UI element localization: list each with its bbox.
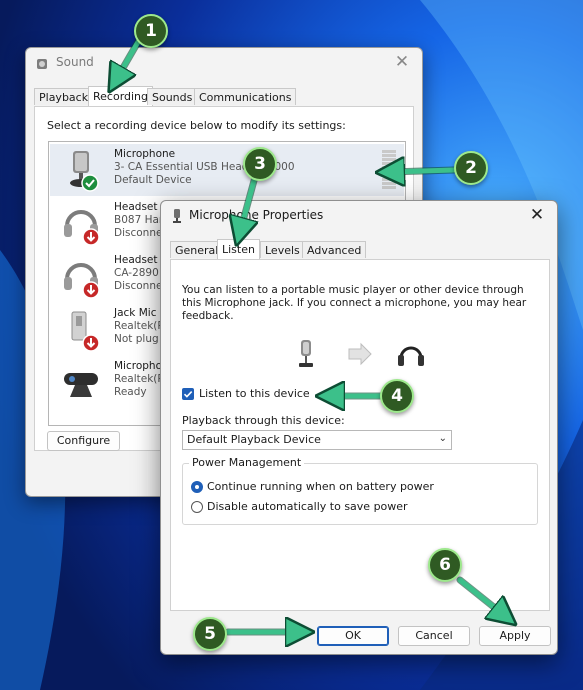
playback-device-value: Default Playback Device xyxy=(187,433,321,446)
device-name: Jack Mic xyxy=(114,307,157,319)
annotation-badge-3: 3 xyxy=(243,147,277,181)
device-name: Micropho xyxy=(114,360,163,372)
annotation-badge-1: 1 xyxy=(134,14,168,48)
arrow-right-icon xyxy=(348,342,372,366)
level-meter xyxy=(382,150,396,190)
radio-continue-running-label[interactable]: Continue running when on battery power xyxy=(207,480,434,493)
radio-continue-running[interactable] xyxy=(191,481,203,493)
sound-close-button[interactable]: ✕ xyxy=(392,52,412,72)
props-close-button[interactable]: ✕ xyxy=(527,205,547,225)
device-name: Headset xyxy=(114,201,158,213)
annotation-badge-2: 2 xyxy=(454,151,488,185)
tab-listen[interactable]: Listen xyxy=(217,239,260,259)
listen-panel: You can listen to a portable music playe… xyxy=(170,259,550,611)
device-status: Disconne xyxy=(114,227,163,239)
tab-recording[interactable]: Recording xyxy=(88,86,154,106)
tab-sounds[interactable]: Sounds xyxy=(147,88,198,105)
device-status: Ready xyxy=(114,386,147,398)
headset-icon xyxy=(64,263,100,299)
tab-general[interactable]: General xyxy=(170,241,224,258)
listen-checkbox[interactable] xyxy=(182,388,194,400)
listen-route-illustration xyxy=(299,340,424,367)
recording-instructions: Select a recording device below to modif… xyxy=(47,119,346,132)
props-titlebar[interactable]: Microphone Properties ✕ xyxy=(161,201,557,231)
power-management-title: Power Management xyxy=(189,456,305,469)
chevron-down-icon: ⌄ xyxy=(438,433,447,444)
headset-icon xyxy=(64,210,100,246)
microphone-icon xyxy=(70,151,99,192)
device-status: Not plug xyxy=(114,333,159,345)
webcam-mic-icon xyxy=(64,373,98,397)
device-description: Realtek(R xyxy=(114,373,165,385)
sound-title: Sound xyxy=(56,55,94,69)
radio-disable-automatically[interactable] xyxy=(191,501,203,513)
microphone-properties-window: Microphone Properties ✕ General Listen L… xyxy=(160,200,558,655)
tab-advanced[interactable]: Advanced xyxy=(302,241,367,258)
headphones-icon xyxy=(398,346,424,366)
tab-communications[interactable]: Communications xyxy=(194,88,297,105)
annotation-badge-4: 4 xyxy=(380,379,414,413)
annotation-badge-6: 6 xyxy=(428,548,462,582)
tab-playback[interactable]: Playback xyxy=(34,88,94,105)
listen-description: You can listen to a portable music playe… xyxy=(182,284,527,322)
playback-device-select[interactable]: Default Playback Device ⌄ xyxy=(182,430,452,450)
sound-titlebar[interactable]: Sound ✕ xyxy=(26,48,422,78)
annotation-badge-5: 5 xyxy=(193,617,227,651)
device-description: Realtek(R xyxy=(114,320,165,332)
jack-mic-icon xyxy=(71,311,100,352)
apply-button[interactable]: Apply xyxy=(479,626,551,646)
device-description: B087 Han xyxy=(114,214,166,226)
power-management-group: Power Management Continue running when o… xyxy=(182,456,538,525)
configure-button[interactable]: Configure xyxy=(47,431,120,451)
tab-levels[interactable]: Levels xyxy=(260,241,305,258)
microphone-icon xyxy=(173,209,181,223)
device-item[interactable]: Microphone 3- CA Essential USB Headset 2… xyxy=(50,144,404,196)
radio-disable-automatically-label[interactable]: Disable automatically to save power xyxy=(207,500,408,513)
checkmark-icon xyxy=(183,391,193,398)
props-title: Microphone Properties xyxy=(189,208,324,222)
listen-checkbox-label[interactable]: Listen to this device xyxy=(199,387,310,400)
microphone-icon xyxy=(299,340,313,367)
playback-device-label: Playback through this device: xyxy=(182,414,345,427)
speaker-icon xyxy=(37,59,47,69)
cancel-button[interactable]: Cancel xyxy=(398,626,470,646)
ok-button[interactable]: OK xyxy=(317,626,389,646)
